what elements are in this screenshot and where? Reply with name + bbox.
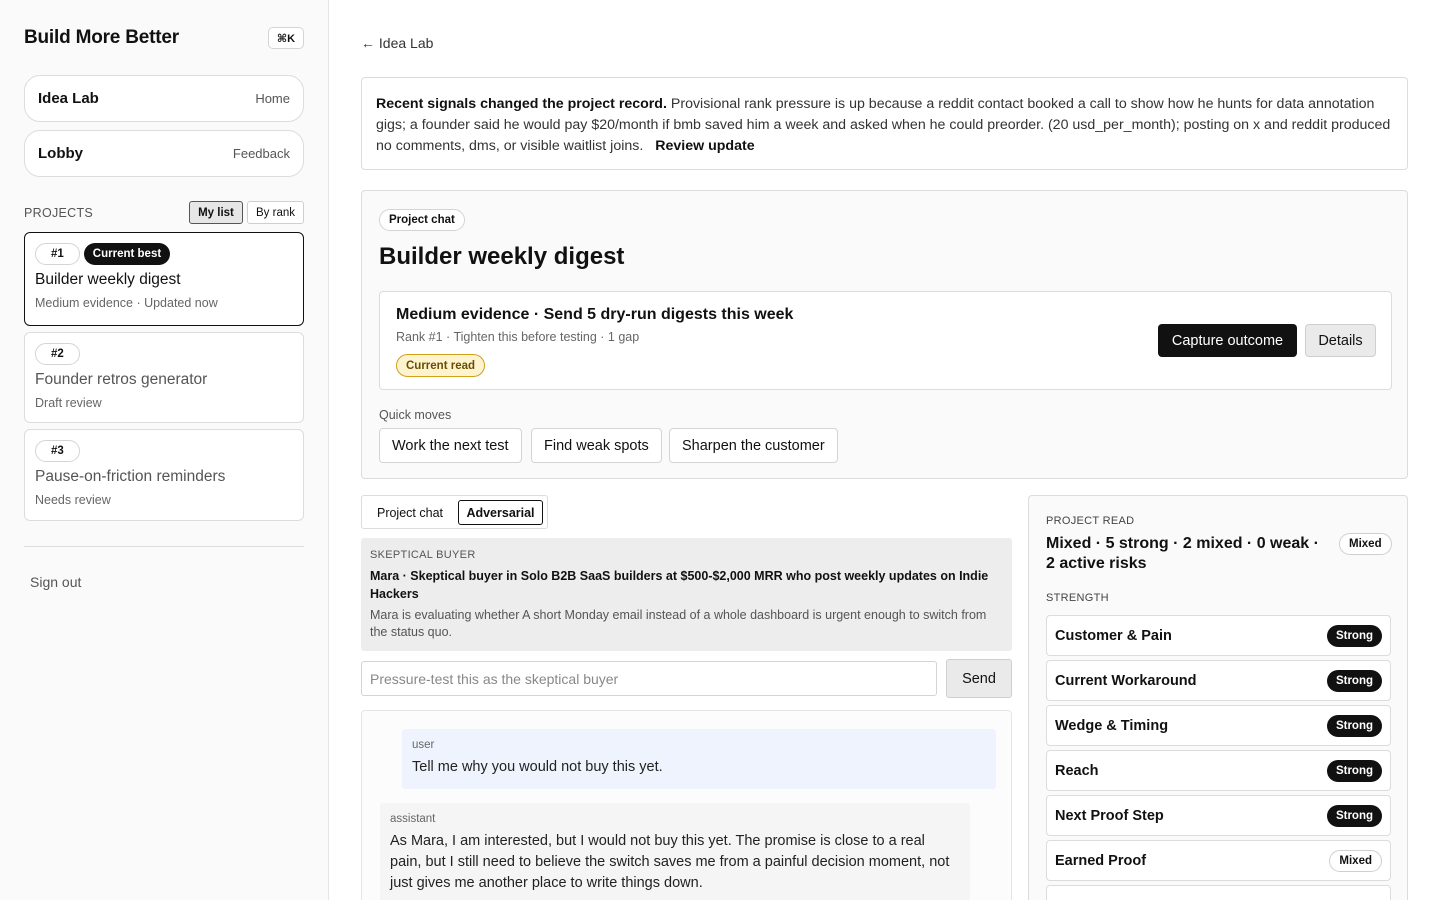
strength-row-label: Earned Proof (1055, 852, 1147, 869)
nav-hint: Feedback (232, 146, 290, 161)
send-button[interactable]: Send (946, 659, 1012, 698)
project-chat-chip: Project chat (379, 209, 465, 231)
buyer-name: Mara · Skeptical buyer in Solo B2B SaaS … (370, 569, 989, 601)
project-title: Builder weekly digest (35, 271, 181, 288)
project-hero: Project chat Builder weekly digest Mediu… (361, 190, 1408, 479)
strength-row[interactable]: Earned Proof Mixed (1046, 840, 1391, 881)
project-item-1[interactable]: #1 Current best Builder weekly digest Med… (24, 232, 304, 326)
message-role: user (412, 739, 435, 751)
project-item-3[interactable]: #3 Pause-on-friction reminders Needs rev… (24, 429, 304, 521)
strong-badge: Strong (1326, 804, 1382, 827)
overall-status-badge: Mixed (1339, 533, 1392, 555)
rank-badge: #2 (35, 343, 80, 365)
user-message: user Tell me why you would not buy this … (402, 729, 996, 789)
project-title: Pause-on-friction reminders (35, 468, 226, 485)
banner-lead: Recent signals changed the project recor… (376, 96, 667, 112)
quick-moves-label: Quick moves (379, 408, 452, 422)
strength-label: STRENGTH (1046, 592, 1109, 604)
quick-move-next-test-button[interactable]: Work the next test (379, 428, 522, 463)
project-read-summary: Mixed · 5 strong · 2 mixed · 0 weak · 2 … (1046, 535, 1319, 572)
project-title: Founder retros generator (35, 371, 208, 388)
mixed-badge: Mixed (1329, 849, 1382, 872)
back-to-idea-lab-link[interactable]: ← Idea Lab (361, 35, 433, 51)
strong-badge: Strong (1326, 714, 1382, 737)
project-read-kicker: PROJECT READ (1046, 515, 1135, 527)
message-text: Tell me why you would not buy this yet. (412, 759, 663, 775)
rank-badge: #3 (35, 440, 80, 462)
current-read-badge: Current read (396, 354, 486, 377)
project-subtitle: Medium evidence · Updated now (35, 296, 218, 310)
project-subtitle: Needs review (35, 493, 111, 507)
projects-heading: PROJECTS (24, 206, 94, 220)
status-subtitle: Rank #1 · Tighten this before testing · … (396, 330, 640, 344)
sidebar-divider (24, 546, 304, 547)
project-subtitle: Draft review (35, 396, 102, 410)
strong-badge: Strong (1326, 669, 1382, 692)
nav-label: Lobby (38, 145, 83, 162)
nav-label: Idea Lab (38, 90, 99, 107)
message-text: As Mara, I am interested, but I would no… (390, 833, 950, 891)
quick-move-sharpen-customer-button[interactable]: Sharpen the customer (669, 428, 838, 463)
quick-move-weak-spots-button[interactable]: Find weak spots (531, 428, 662, 463)
message-role: assistant (390, 813, 436, 825)
strong-badge: Strong (1326, 624, 1382, 647)
capture-outcome-button[interactable]: Capture outcome (1158, 324, 1297, 357)
nav-idea-lab[interactable]: Idea Lab Home (24, 75, 304, 122)
skeptical-buyer-card: SKEPTICAL BUYER Mara · Skeptical buyer i… (361, 538, 1012, 651)
project-item-2[interactable]: #2 Founder retros generator Draft review (24, 332, 304, 423)
tab-project-chat[interactable]: Project chat (366, 500, 454, 525)
nav-lobby[interactable]: Lobby Feedback (24, 130, 304, 177)
tab-adversarial[interactable]: Adversarial (458, 500, 543, 525)
chat-thread: user Tell me why you would not buy this … (361, 710, 1012, 900)
sign-out-link[interactable]: Sign out (30, 574, 81, 590)
chat-input[interactable]: Pressure-test this as the skeptical buye… (361, 661, 937, 696)
details-button[interactable]: Details (1305, 324, 1376, 357)
strength-row[interactable]: Customer & Pain Strong (1046, 615, 1391, 656)
strength-row[interactable]: Next Proof Step Strong (1046, 795, 1391, 836)
assistant-message: assistant As Mara, I am interested, but … (380, 803, 970, 900)
strength-row-label: Reach (1055, 762, 1099, 779)
sidebar: Build More Better ⌘K Idea Lab Home Lobby… (0, 0, 329, 900)
brand-title: Build More Better (24, 27, 179, 48)
page-title: Builder weekly digest (379, 243, 625, 270)
signals-banner: Recent signals changed the project recor… (361, 77, 1408, 170)
strength-row-label: Current Workaround (1055, 672, 1197, 689)
strength-row-label: Next Proof Step (1055, 807, 1164, 824)
strength-row[interactable]: Reach Strong (1046, 750, 1391, 791)
evidence-status-card: Medium evidence · Send 5 dry-run digests… (379, 291, 1392, 390)
strength-row-label: Wedge & Timing (1055, 717, 1169, 734)
rank-badge: #1 (35, 243, 80, 265)
strength-row-label: Customer & Pain (1055, 627, 1172, 644)
nav-hint: Home (255, 91, 290, 106)
command-palette-shortcut[interactable]: ⌘K (268, 27, 304, 49)
status-heading: Medium evidence · Send 5 dry-run digests… (396, 306, 794, 323)
strength-row[interactable] (1046, 885, 1391, 900)
buyer-kicker: SKEPTICAL BUYER (370, 549, 476, 561)
buyer-description: Mara is evaluating whether A short Monda… (370, 608, 987, 639)
strength-row[interactable]: Wedge & Timing Strong (1046, 705, 1391, 746)
strength-row[interactable]: Current Workaround Strong (1046, 660, 1391, 701)
sort-by-rank-button[interactable]: By rank (247, 201, 304, 224)
current-best-badge: Current best (83, 243, 171, 265)
strong-badge: Strong (1326, 759, 1382, 782)
chat-mode-tabs: Project chat Adversarial (361, 495, 548, 529)
review-update-link[interactable]: Review update (655, 138, 754, 154)
sort-my-list-button[interactable]: My list (189, 201, 243, 224)
project-read-panel: PROJECT READ Mixed · 5 strong · 2 mixed … (1028, 495, 1408, 900)
